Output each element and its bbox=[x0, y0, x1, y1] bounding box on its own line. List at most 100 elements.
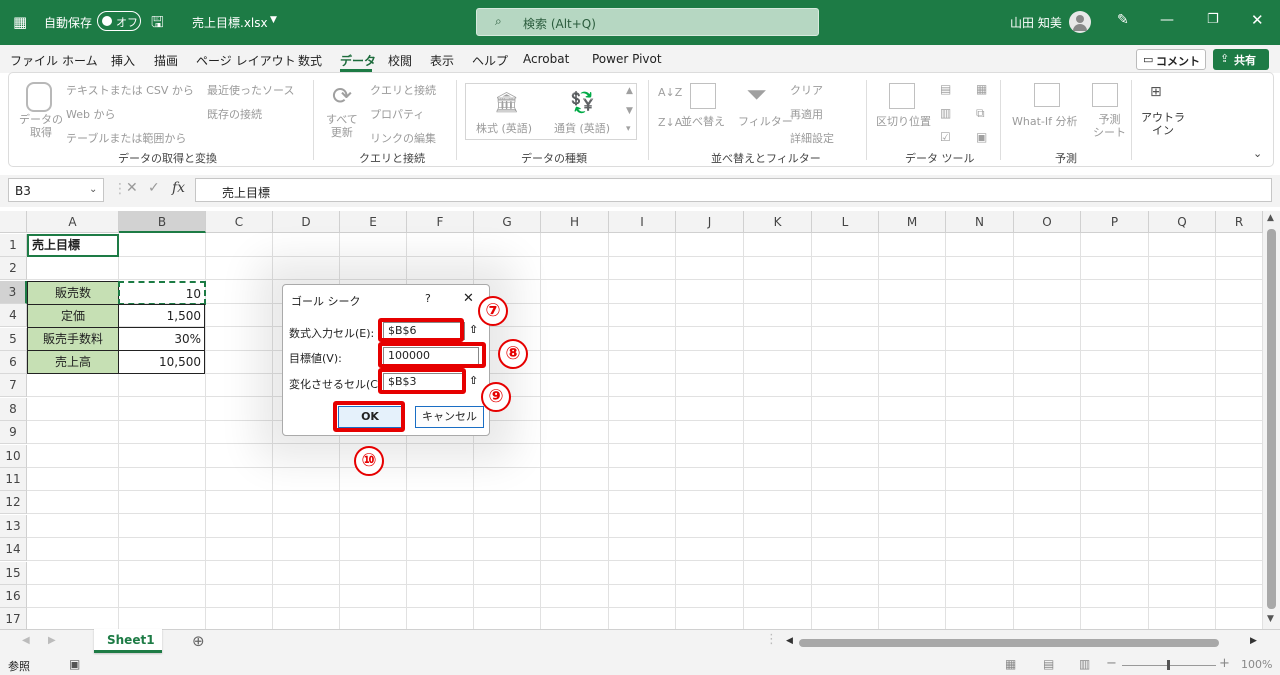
comment-button[interactable]: ▭ コメント bbox=[1136, 49, 1206, 70]
name-box-dropdown-icon[interactable]: ⌄ bbox=[89, 184, 97, 195]
add-sheet-icon[interactable]: ⊕ bbox=[192, 632, 205, 650]
dialog-close-icon[interactable]: ✕ bbox=[463, 291, 474, 306]
consolidate-icon[interactable]: ▦ bbox=[976, 82, 987, 96]
gallery-up-icon[interactable]: ▲ bbox=[626, 86, 633, 96]
page-break-view-icon[interactable]: ▥ bbox=[1079, 657, 1090, 671]
tab-data[interactable]: データ bbox=[340, 52, 376, 69]
collapse-changing-cell-icon[interactable]: ⇧ bbox=[469, 374, 478, 387]
row-header[interactable]: 9 bbox=[0, 421, 27, 445]
scroll-right-icon[interactable]: ▶ bbox=[1250, 636, 1257, 646]
normal-view-icon[interactable]: ▦ bbox=[1005, 657, 1016, 671]
vertical-scroll-thumb[interactable] bbox=[1267, 229, 1276, 609]
tab-help[interactable]: ヘルプ bbox=[472, 52, 508, 69]
row-header[interactable]: 10 bbox=[0, 444, 27, 468]
help-icon[interactable]: ? bbox=[425, 292, 431, 305]
row-header[interactable]: 6 bbox=[0, 351, 27, 374]
outline-button[interactable]: アウトラ イン bbox=[1141, 111, 1185, 137]
enter-icon[interactable]: ✓ bbox=[148, 180, 160, 196]
sort-desc-icon[interactable]: Z↓A bbox=[658, 116, 682, 129]
column-header[interactable]: B bbox=[119, 211, 206, 233]
row-header[interactable]: 1 bbox=[0, 234, 27, 257]
column-header[interactable]: L bbox=[812, 211, 879, 233]
tab-acrobat[interactable]: Acrobat bbox=[523, 52, 569, 66]
row-header[interactable]: 12 bbox=[0, 491, 27, 515]
horizontal-scroll-thumb[interactable] bbox=[799, 639, 1219, 647]
clear-button[interactable]: クリア bbox=[790, 82, 823, 98]
properties-button[interactable]: プロパティ bbox=[370, 106, 424, 122]
column-header[interactable]: Q bbox=[1149, 211, 1216, 233]
column-header[interactable]: A bbox=[27, 211, 119, 233]
sort-button[interactable]: 並べ替え bbox=[681, 113, 725, 129]
row-header[interactable]: 4 bbox=[0, 304, 27, 328]
row-header[interactable]: 15 bbox=[0, 561, 27, 585]
column-header[interactable]: C bbox=[206, 211, 273, 233]
row-header[interactable]: 17 bbox=[0, 608, 27, 632]
forecast-sheet-button[interactable]: 予測 シート bbox=[1093, 113, 1126, 139]
sort-asc-icon[interactable]: A↓Z bbox=[658, 86, 682, 99]
next-sheet-icon[interactable]: ▶ bbox=[48, 635, 56, 646]
column-header[interactable]: N bbox=[946, 211, 1014, 233]
column-header[interactable]: J bbox=[676, 211, 744, 233]
column-header[interactable]: D bbox=[273, 211, 340, 233]
refresh-all-button[interactable]: すべて 更新 bbox=[326, 113, 358, 139]
column-header[interactable]: H bbox=[541, 211, 609, 233]
existing-connections-button[interactable]: 既存の接続 bbox=[207, 106, 262, 122]
share-button[interactable]: ⇪ 共有 bbox=[1213, 49, 1269, 70]
tab-splitter-icon[interactable]: ⋮ bbox=[765, 632, 778, 647]
row-header[interactable]: 7 bbox=[0, 374, 27, 398]
tab-formulas[interactable]: 数式 bbox=[298, 52, 322, 69]
column-header[interactable]: M bbox=[879, 211, 946, 233]
currencies-button[interactable]: 通貨 (英語) bbox=[554, 120, 610, 136]
macro-record-icon[interactable]: ▣ bbox=[69, 657, 80, 671]
queries-connections-button[interactable]: クエリと接続 bbox=[370, 82, 436, 98]
cell-B4[interactable]: 1,500 bbox=[118, 304, 205, 328]
stocks-button[interactable]: 株式 (英語) bbox=[476, 120, 532, 136]
row-header[interactable]: 2 bbox=[0, 257, 27, 281]
cell-A3[interactable]: 販売数 bbox=[27, 281, 119, 305]
zoom-in-icon[interactable]: + bbox=[1219, 656, 1230, 671]
column-header[interactable]: E bbox=[340, 211, 407, 233]
save-icon[interactable]: 🖫 bbox=[151, 12, 164, 37]
what-if-button[interactable]: What-If 分析 bbox=[1012, 113, 1077, 129]
cell-B5[interactable]: 30% bbox=[118, 327, 205, 351]
cell-A5[interactable]: 販売手数料 bbox=[27, 327, 119, 351]
tab-draw[interactable]: 描画 bbox=[154, 52, 178, 69]
scroll-left-icon[interactable]: ◀ bbox=[786, 636, 793, 646]
edit-links-button[interactable]: リンクの編集 bbox=[370, 130, 436, 146]
vertical-scrollbar[interactable]: ▲ ▼ bbox=[1263, 211, 1280, 629]
row-header[interactable]: 14 bbox=[0, 538, 27, 562]
column-header[interactable]: I bbox=[609, 211, 676, 233]
gallery-more-icon[interactable]: ▾ bbox=[626, 124, 631, 134]
tab-page-layout[interactable]: ページ レイアウト bbox=[196, 52, 296, 69]
advanced-button[interactable]: 詳細設定 bbox=[790, 130, 834, 146]
column-header[interactable]: R bbox=[1216, 211, 1263, 233]
data-validation-icon[interactable]: ☑ bbox=[940, 130, 951, 144]
filename-dropdown-icon[interactable]: ▼ bbox=[270, 15, 277, 25]
avatar[interactable] bbox=[1069, 11, 1091, 33]
cell-A6[interactable]: 売上高 bbox=[27, 350, 119, 374]
cancel-icon[interactable]: ✕ bbox=[126, 180, 138, 196]
minimize-icon[interactable]: — bbox=[1160, 12, 1174, 28]
row-header[interactable]: 5 bbox=[0, 327, 27, 351]
zoom-slider-thumb[interactable] bbox=[1167, 660, 1170, 670]
from-table-button[interactable]: テーブルまたは範囲から bbox=[66, 130, 186, 146]
relationships-icon[interactable]: ⧉ bbox=[976, 106, 985, 121]
tab-insert[interactable]: 挿入 bbox=[111, 52, 135, 69]
column-header[interactable]: G bbox=[474, 211, 541, 233]
zoom-out-icon[interactable]: − bbox=[1106, 656, 1117, 671]
scroll-down-icon[interactable]: ▼ bbox=[1267, 614, 1274, 624]
select-all-corner[interactable] bbox=[0, 211, 27, 233]
column-header[interactable]: O bbox=[1014, 211, 1081, 233]
row-header[interactable]: 8 bbox=[0, 397, 27, 421]
from-web-button[interactable]: Web から bbox=[66, 106, 115, 122]
sheet-tab-sheet1[interactable]: Sheet1 bbox=[94, 629, 162, 653]
scroll-up-icon[interactable]: ▲ bbox=[1267, 213, 1274, 223]
tab-review[interactable]: 校閲 bbox=[388, 52, 412, 69]
data-model-icon[interactable]: ▣ bbox=[976, 130, 987, 144]
text-to-columns-button[interactable]: 区切り位置 bbox=[876, 113, 931, 129]
search-box[interactable]: ⌕ 検索 (Alt+Q) bbox=[476, 8, 819, 36]
tab-file[interactable]: ファイル bbox=[10, 52, 58, 69]
cell-A1[interactable]: 売上目標 bbox=[27, 234, 119, 257]
cell-B3[interactable]: 10 bbox=[118, 281, 206, 305]
cell-B6[interactable]: 10,500 bbox=[118, 350, 205, 374]
